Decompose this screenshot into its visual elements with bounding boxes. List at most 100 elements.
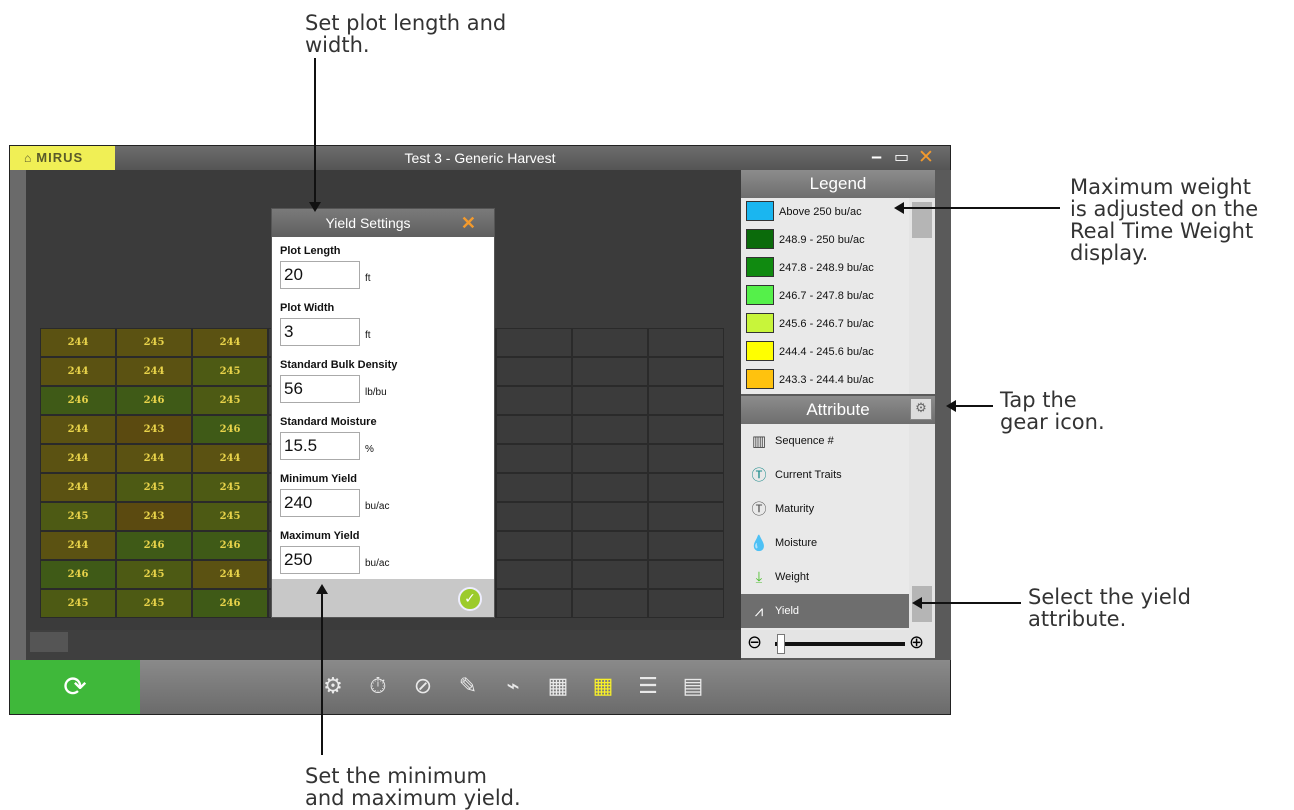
plot-cell[interactable]: 245 xyxy=(116,560,192,589)
plot-cell-empty[interactable] xyxy=(648,531,724,560)
standard-moisture-input[interactable]: 15.5 xyxy=(280,432,360,460)
plot-cell-empty[interactable] xyxy=(496,502,572,531)
plot-cell[interactable]: 244 xyxy=(40,444,116,473)
pencil-icon[interactable]: ✎ xyxy=(451,670,485,704)
plot-cell-empty[interactable] xyxy=(648,502,724,531)
plot-cell[interactable]: 243 xyxy=(116,502,192,531)
attribute-item-moisture[interactable]: 💧 Moisture xyxy=(741,526,909,560)
plot-cell-empty[interactable] xyxy=(572,386,648,415)
left-scroll-strip[interactable] xyxy=(10,170,26,660)
minimum-yield-unit: bu/ac xyxy=(365,501,390,512)
plot-cell[interactable]: 246 xyxy=(192,415,268,444)
attribute-gear-button[interactable]: ⚙ xyxy=(910,398,932,420)
plot-cell-empty[interactable] xyxy=(648,560,724,589)
plot-cell[interactable]: 246 xyxy=(116,386,192,415)
plot-cell[interactable]: 244 xyxy=(40,328,116,357)
plot-cell[interactable]: 245 xyxy=(192,502,268,531)
plot-cell[interactable]: 244 xyxy=(192,444,268,473)
map-horizontal-scrollbar[interactable] xyxy=(26,630,741,660)
tiles-icon[interactable]: ▦ xyxy=(541,670,575,704)
plot-cell[interactable]: 245 xyxy=(40,502,116,531)
attribute-item-maturity[interactable]: Ⓣ Maturity xyxy=(741,492,909,526)
sync-button[interactable]: ⟳ xyxy=(10,660,140,714)
chart-icon[interactable]: ⌁ xyxy=(496,670,530,704)
plot-cell-empty[interactable] xyxy=(572,415,648,444)
plot-cell[interactable]: 245 xyxy=(40,589,116,618)
plot-cell-empty[interactable] xyxy=(572,444,648,473)
attribute-item-current-traits[interactable]: Ⓣ Current Traits xyxy=(741,458,909,492)
plot-cell-empty[interactable] xyxy=(572,502,648,531)
plot-cell[interactable]: 243 xyxy=(116,415,192,444)
plot-cell-empty[interactable] xyxy=(648,415,724,444)
maximum-yield-input[interactable]: 250 xyxy=(280,546,360,574)
plot-cell-empty[interactable] xyxy=(572,531,648,560)
plot-cell-empty[interactable] xyxy=(496,473,572,502)
attribute-item-yield[interactable]: ⩘ Yield xyxy=(741,594,909,628)
plot-cell[interactable]: 244 xyxy=(116,357,192,386)
plot-cell-empty[interactable] xyxy=(648,328,724,357)
plot-length-input[interactable]: 20 xyxy=(280,261,360,289)
plot-cell[interactable]: 246 xyxy=(192,531,268,560)
attribute-item-sequence[interactable]: ▥ Sequence # xyxy=(741,424,909,458)
plot-cell-empty[interactable] xyxy=(648,386,724,415)
plot-cell[interactable]: 244 xyxy=(40,415,116,444)
plot-cell-empty[interactable] xyxy=(496,386,572,415)
zoom-out-icon[interactable]: ⊖ xyxy=(747,632,762,653)
plot-cell[interactable]: 246 xyxy=(192,589,268,618)
plot-cell[interactable]: 244 xyxy=(40,473,116,502)
map-scroll-thumb[interactable] xyxy=(30,632,68,652)
plot-cell-empty[interactable] xyxy=(648,589,724,618)
plot-cell-empty[interactable] xyxy=(496,560,572,589)
calculator-icon[interactable]: ▤ xyxy=(676,670,710,704)
plot-cell[interactable]: 244 xyxy=(192,560,268,589)
stopwatch-icon[interactable]: ⏱ xyxy=(361,670,395,704)
plot-cell-empty[interactable] xyxy=(496,328,572,357)
home-button[interactable]: ⌂ MIRUS xyxy=(10,146,115,170)
plot-cell[interactable]: 244 xyxy=(192,328,268,357)
plot-cell[interactable]: 246 xyxy=(40,386,116,415)
compass-icon[interactable]: ⊘ xyxy=(406,670,440,704)
plot-cell-empty[interactable] xyxy=(496,589,572,618)
plot-cell-empty[interactable] xyxy=(648,473,724,502)
maximize-button[interactable]: ▭ xyxy=(894,146,909,170)
zoom-slider-handle[interactable] xyxy=(777,634,785,654)
table-icon[interactable]: ☰ xyxy=(631,670,665,704)
plot-cell[interactable]: 245 xyxy=(192,386,268,415)
attribute-item-weight[interactable]: ⤓ Weight xyxy=(741,560,909,594)
minimize-button[interactable]: ‒ xyxy=(871,146,882,170)
plot-cell[interactable]: 245 xyxy=(116,589,192,618)
legend-scrollbar[interactable] xyxy=(909,198,935,394)
plot-cell[interactable]: 245 xyxy=(192,357,268,386)
minimum-yield-input[interactable]: 240 xyxy=(280,489,360,517)
plot-cell[interactable]: 245 xyxy=(116,473,192,502)
plot-cell-empty[interactable] xyxy=(496,444,572,473)
zoom-track[interactable] xyxy=(775,642,905,646)
plot-cell-empty[interactable] xyxy=(648,357,724,386)
plot-cell[interactable]: 246 xyxy=(116,531,192,560)
plot-cell[interactable]: 244 xyxy=(116,444,192,473)
plot-cell-empty[interactable] xyxy=(572,328,648,357)
plot-cell-empty[interactable] xyxy=(496,357,572,386)
confirm-button[interactable]: ✓ xyxy=(458,587,482,611)
plot-cell[interactable]: 244 xyxy=(40,531,116,560)
plot-cell[interactable]: 245 xyxy=(116,328,192,357)
zoom-in-icon[interactable]: ⊕ xyxy=(909,632,924,653)
plot-cell[interactable]: 245 xyxy=(192,473,268,502)
plot-cell-empty[interactable] xyxy=(572,357,648,386)
dialog-close-button[interactable]: ✕ xyxy=(461,209,476,237)
plot-cell-empty[interactable] xyxy=(572,589,648,618)
standard-bulk-density-input[interactable]: 56 xyxy=(280,375,360,403)
plot-cell[interactable]: 244 xyxy=(40,357,116,386)
plot-cell-empty[interactable] xyxy=(496,531,572,560)
arrowhead-gear xyxy=(946,400,956,412)
legend-item: 243.3 - 244.4 bu/ac xyxy=(741,366,909,394)
plot-cell-empty[interactable] xyxy=(572,473,648,502)
attribute-label: Sequence # xyxy=(775,435,834,447)
plot-cell-empty[interactable] xyxy=(496,415,572,444)
plot-cell-empty[interactable] xyxy=(648,444,724,473)
plot-cell[interactable]: 246 xyxy=(40,560,116,589)
close-button[interactable]: ✕ xyxy=(918,146,934,170)
map-icon[interactable]: ▦ xyxy=(586,670,620,704)
plot-width-input[interactable]: 3 xyxy=(280,318,360,346)
plot-cell-empty[interactable] xyxy=(572,560,648,589)
